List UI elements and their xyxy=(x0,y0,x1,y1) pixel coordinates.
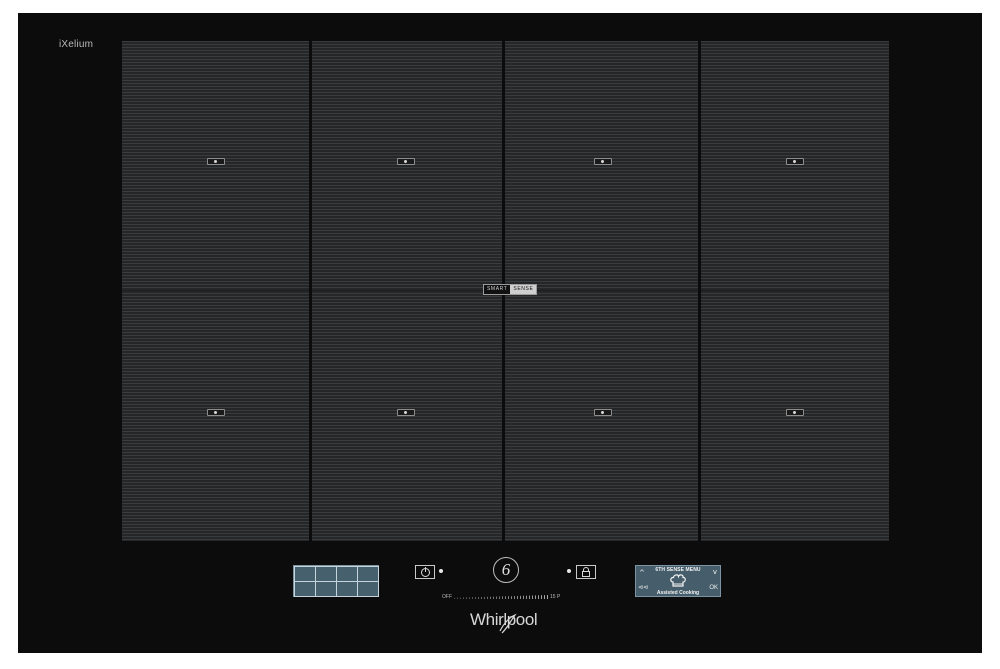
power-indicator-dot xyxy=(439,569,443,573)
zone-selector-cell[interactable] xyxy=(293,565,316,582)
slider-max-label: 15 P xyxy=(550,594,561,600)
zone-selector-cell[interactable] xyxy=(356,580,379,597)
cooking-zone-column-1[interactable] xyxy=(122,41,309,541)
zone-center-marker xyxy=(786,409,804,416)
down-arrow-button[interactable]: v xyxy=(713,569,717,576)
zone-selector-cell[interactable] xyxy=(293,580,316,597)
lock-indicator-dot xyxy=(567,569,571,573)
sixth-sense-button[interactable]: 6 xyxy=(493,557,519,583)
zone-center-marker xyxy=(397,409,415,416)
zone-center-marker xyxy=(397,158,415,165)
power-button[interactable] xyxy=(415,565,435,579)
zone-selector-cell[interactable] xyxy=(314,580,337,597)
menu-title: 6TH SENSE MENU xyxy=(655,567,701,573)
induction-hob: iXelium SMART SENSE 6 OFF 15 P 6TH SENSE… xyxy=(18,13,982,653)
up-arrow-button[interactable]: ^ xyxy=(639,570,645,577)
smart-sense-badge: SMART SENSE xyxy=(483,284,538,295)
menu-display[interactable]: 6TH SENSE MENU ^ ⊲⊲ v OK Assisted Cookin… xyxy=(635,565,721,597)
zone-center-marker xyxy=(207,158,225,165)
cooking-zone-column-4[interactable] xyxy=(701,41,889,541)
zone-center-marker xyxy=(207,409,225,416)
zone-selector-cell[interactable] xyxy=(335,580,358,597)
zone-center-marker xyxy=(786,158,804,165)
power-slider[interactable]: OFF 15 P xyxy=(442,593,560,601)
slider-track[interactable] xyxy=(454,595,548,599)
zone-selector-cell[interactable] xyxy=(314,565,337,582)
series-brand-mark: iXelium xyxy=(59,39,94,50)
power-icon xyxy=(420,566,430,577)
smart-sense-label-2: SENSE xyxy=(510,285,537,294)
zone-selector-cell[interactable] xyxy=(356,565,379,582)
cooking-zone-column-2[interactable] xyxy=(312,41,502,541)
zone-selector-cell[interactable] xyxy=(335,565,358,582)
zone-center-marker xyxy=(594,158,612,165)
zone-center-marker xyxy=(594,409,612,416)
menu-subtitle: Assisted Cooking xyxy=(656,590,700,596)
smart-sense-label-1: SMART xyxy=(487,286,508,292)
chef-hat-icon xyxy=(670,574,686,587)
logo-swoosh-icon xyxy=(499,613,517,634)
slider-min-label: OFF xyxy=(442,594,452,600)
zone-selector-grid[interactable] xyxy=(293,565,379,597)
lock-button[interactable] xyxy=(576,565,596,579)
lock-icon xyxy=(582,566,590,577)
